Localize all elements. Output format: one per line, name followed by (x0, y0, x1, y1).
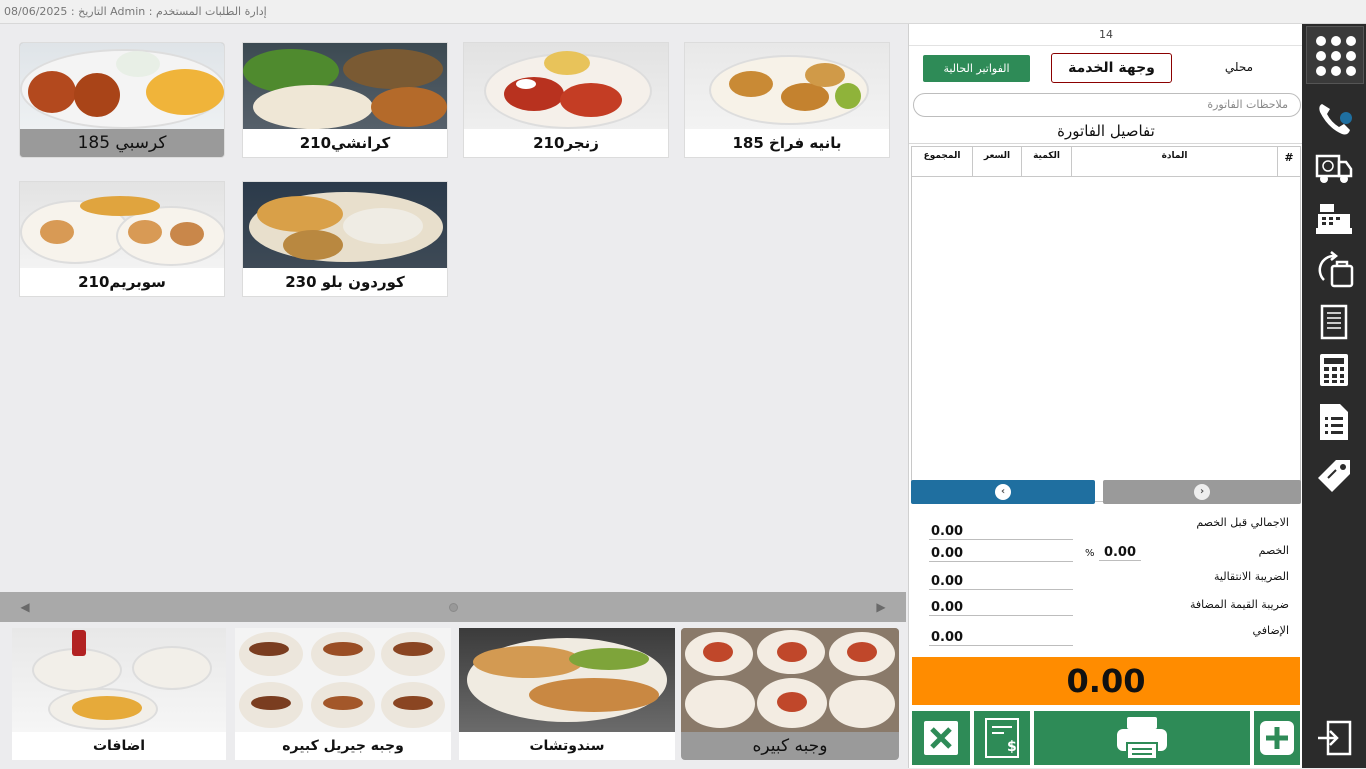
product-tile-cordon-bleu[interactable]: كوردون بلو 230 (242, 181, 448, 297)
scroll-grip[interactable] (449, 603, 458, 612)
product-photo (20, 182, 224, 268)
percent-sign: % (1085, 548, 1095, 559)
col-item: المادة (1071, 147, 1277, 176)
product-tile-crunchy[interactable]: كرانشي210 (242, 42, 448, 158)
transition-tax-label: الضريبة الانتقالية (1214, 570, 1289, 583)
subtotal-label: الاجمالي قبل الخصم (1196, 516, 1289, 529)
list-document-icon[interactable] (1314, 402, 1354, 442)
exit-icon[interactable] (1314, 718, 1354, 758)
category-grill-meal[interactable]: وجبه جيريل كبيره (235, 628, 451, 760)
grand-total: 0.00 (912, 657, 1300, 705)
vat-label: ضريبة القيمة المضافة (1189, 598, 1289, 611)
invoice-title: تفاصيل الفاتورة (909, 122, 1303, 144)
product-tile-panne[interactable]: بانيه فراخ 185 (684, 42, 890, 158)
extra-value[interactable]: 0.00 (929, 630, 1073, 646)
takeaway-bag-icon[interactable] (1314, 250, 1354, 290)
product-label: كرسبي 185 (77, 133, 167, 153)
product-photo (685, 43, 889, 129)
product-label: سوبريم210 (78, 273, 166, 291)
scroll-left-icon[interactable]: ◀ (0, 592, 50, 622)
product-label: زنجر210 (533, 134, 599, 152)
product-photo (243, 43, 447, 129)
receipt-money-icon: $ (985, 718, 1019, 758)
printer-icon (1117, 717, 1167, 760)
totals-section: الاجمالي قبل الخصم 0.00 الخصم 0.00 % 0.0… (909, 512, 1303, 652)
svg-text:$: $ (1007, 739, 1017, 755)
product-label: كرانشي210 (299, 134, 391, 152)
current-invoices-button[interactable]: الفواتير الحالية (923, 55, 1030, 82)
delivery-truck-icon[interactable] (1314, 148, 1354, 188)
vat-value: 0.00 (929, 600, 1073, 616)
product-tile-supreme[interactable]: سوبريم210 (19, 181, 225, 297)
transition-tax-value: 0.00 (929, 574, 1073, 590)
product-label: كوردون بلو 230 (285, 273, 405, 291)
chevron-left-icon: ‹ (995, 484, 1011, 500)
category-sandwiches[interactable]: سندوتشات (459, 628, 675, 760)
product-photo (464, 43, 668, 129)
product-label: بانيه فراخ 185 (732, 134, 842, 152)
product-tile-zinger[interactable]: زنجر210 (463, 42, 669, 158)
category-photo (681, 628, 899, 732)
sidebar (1302, 24, 1366, 768)
col-price: السعر (972, 147, 1021, 176)
order-type-label: محلي (1224, 60, 1254, 74)
category-extras[interactable]: اضافات (12, 628, 226, 760)
category-big-meal[interactable]: وجبه كبيره (681, 628, 899, 760)
category-photo (235, 628, 451, 732)
discount-percent-input[interactable]: 0.00 (1099, 545, 1141, 561)
subtotal-value: 0.00 (929, 524, 1073, 540)
discount-label: الخصم (1258, 544, 1289, 557)
invoice-items-table[interactable]: المجموع السعر الكمية المادة # (911, 146, 1301, 502)
category-scrollbar[interactable]: ◀ ▶ (0, 592, 906, 622)
category-photo (459, 628, 675, 732)
next-page-button[interactable]: › (1103, 480, 1301, 504)
col-total: المجموع (923, 151, 961, 161)
category-label: اضافات (92, 738, 146, 754)
close-icon (924, 721, 958, 755)
prev-page-button[interactable]: ‹ (911, 480, 1095, 504)
scroll-right-icon[interactable]: ▶ (856, 592, 906, 622)
cancel-invoice-button[interactable] (912, 711, 970, 765)
product-photo (243, 182, 447, 268)
calculator-icon[interactable] (1314, 350, 1354, 390)
service-destination-button[interactable]: وجهة الخدمة (1051, 53, 1172, 83)
product-grid: بانيه فراخ 185 زنجر210 كرانشي210 كرسبي 1… (0, 24, 906, 592)
chevron-right-icon: › (1194, 484, 1210, 500)
category-strip: وجبه كبيره سندوتشات وجبه جيريل كبيره اضا… (0, 622, 906, 768)
price-tag-icon[interactable] (1314, 456, 1354, 496)
invoice-notes-input[interactable]: ملاحظات الفاتورة (913, 93, 1301, 117)
col-qty: الكمية (1021, 147, 1071, 176)
product-tile-crispy[interactable]: كرسبي 185 (19, 42, 225, 158)
table-header: المجموع السعر الكمية المادة # (912, 147, 1300, 177)
invoice-actions: $ (912, 711, 1300, 765)
receipt-icon[interactable] (1314, 302, 1354, 342)
invoice-panel: 14 الفواتير الحالية وجهة الخدمة محلي ملا… (908, 24, 1303, 768)
payment-receipt-button[interactable]: $ (974, 711, 1030, 765)
category-label: وجبه جيريل كبيره (282, 738, 404, 754)
category-label: وجبه كبيره (752, 736, 828, 756)
plus-icon (1260, 721, 1294, 755)
product-photo (20, 43, 224, 129)
category-label: سندوتشات (529, 738, 605, 754)
discount-value[interactable]: 0.00 (929, 546, 1073, 562)
add-item-button[interactable] (1254, 711, 1300, 765)
print-invoice-button[interactable] (1034, 711, 1250, 765)
window-title: 08/06/2025 : التاريخ Admin : إدارة الطلب… (0, 0, 1366, 24)
apps-grid-icon[interactable] (1306, 26, 1364, 84)
order-number: 14 (909, 28, 1303, 46)
extra-label: الإضافي (1252, 624, 1289, 637)
phone-icon[interactable] (1314, 98, 1354, 138)
col-index: # (1277, 147, 1300, 176)
cash-register-icon[interactable] (1314, 198, 1354, 238)
category-photo (12, 628, 226, 732)
